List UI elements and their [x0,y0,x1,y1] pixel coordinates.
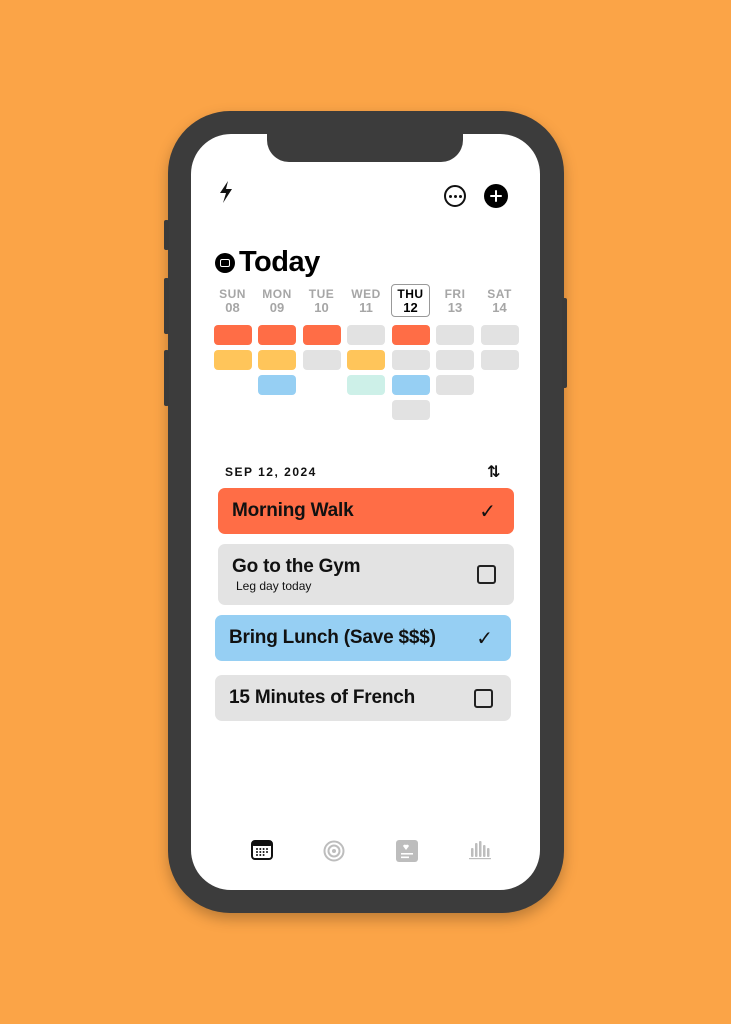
habit-cells [258,325,296,395]
more-icon[interactable] [444,185,466,207]
habit-cell [436,375,474,395]
habit-cell [258,375,296,395]
task-title: Bring Lunch (Save $$$) [229,627,436,648]
habit-cell [213,325,252,345]
calendar-circle-icon [215,252,235,273]
day-header[interactable]: TUE 10 [302,284,341,317]
day-date: 14 [492,299,507,315]
habit-cells [213,325,252,395]
day-date: 09 [269,299,285,315]
task-item[interactable]: 15 Minutes of French [215,675,511,721]
day-name: THU [397,286,424,301]
habit-cells [436,325,474,395]
task-subtitle: Leg day today [236,579,312,593]
task-title: Go to the Gym [232,556,361,577]
habit-cell [258,325,296,345]
habit-cell [391,375,430,395]
habit-cell [302,325,341,345]
habit-cell [347,325,385,345]
task-text: Go to the Gym Leg day today [232,556,360,593]
date-label: SEP 12, 2024 [225,465,317,479]
day-name: FRI [444,286,466,301]
checkbox-empty-icon[interactable] [477,565,496,584]
bar-chart-icon[interactable] [469,840,491,860]
day-name: SUN [219,286,246,301]
day-name: MON [262,286,292,301]
day-date: 12 [403,299,418,315]
sort-icon[interactable]: ⇅ [487,462,500,482]
habit-cell [436,350,474,370]
bolt-icon[interactable] [217,180,235,204]
day-name: WED [351,286,381,301]
habit-cell [436,325,474,345]
day-date: 10 [314,299,329,315]
task-text: Morning Walk [232,500,354,522]
task-title: Morning Walk [232,500,354,521]
checkmark-icon[interactable]: ✓ [476,626,493,651]
day-column-mon[interactable]: MON 09 [258,284,297,420]
habit-cells [391,325,430,420]
habit-cell [391,325,430,345]
task-item[interactable]: Go to the Gym Leg day today [218,544,514,605]
day-column-fri[interactable]: FRI 13 [436,284,475,420]
habit-cell [391,400,430,420]
day-date: 08 [225,299,240,315]
habit-cell [391,350,430,370]
day-date: 13 [447,299,463,315]
silent-switch [164,220,169,250]
app-screen: Today SUN 08 MON 09 TUE 10 WED 11 THU 12 FRI 13 SAT 1… [191,134,540,890]
day-column-sun[interactable]: SUN 08 [213,284,252,420]
power-button [562,298,567,388]
day-column-thu[interactable]: THU 12 [391,284,430,420]
habit-cell [213,350,252,370]
day-header[interactable]: FRI 13 [436,284,475,317]
day-column-wed[interactable]: WED 11 [347,284,386,420]
task-text: Bring Lunch (Save $$$) [229,627,436,649]
day-header[interactable]: MON 09 [258,284,297,317]
volume-up-button [164,278,169,334]
task-item[interactable]: Morning Walk ✓ [218,488,514,534]
habit-cell [347,375,385,395]
day-column-tue[interactable]: TUE 10 [302,284,341,420]
week-strip: SUN 08 MON 09 TUE 10 WED 11 THU 12 FRI 13 SAT 14 [213,284,519,420]
habit-cell [214,375,252,395]
habit-cell [347,350,385,370]
target-icon[interactable] [323,840,345,862]
tab-bar [241,840,501,866]
day-name: TUE [308,286,335,301]
journal-heart-icon[interactable] [396,840,418,862]
day-column-sat[interactable]: SAT 14 [480,284,519,420]
notch [267,134,463,162]
checkbox-empty-icon[interactable] [474,688,493,708]
day-header[interactable]: WED 11 [347,284,386,317]
task-item[interactable]: Bring Lunch (Save $$$) ✓ [215,615,511,661]
habit-cell [480,325,519,345]
calendar-icon[interactable] [251,840,273,860]
habit-cells [347,325,385,395]
day-date: 11 [359,299,373,315]
page-title-row: Today [215,246,320,279]
page-title: Today [239,246,320,278]
habit-cell [258,350,296,370]
habit-cell [302,350,341,370]
habit-cell [480,350,519,370]
day-name: SAT [487,286,512,301]
task-text: 15 Minutes of French [229,687,415,709]
day-header-selected[interactable]: THU 12 [391,284,430,317]
volume-down-button [164,350,169,406]
task-title: 15 Minutes of French [229,687,416,708]
habit-cells [480,325,519,370]
add-icon[interactable] [484,184,508,208]
checkmark-icon[interactable]: ✓ [479,499,496,524]
day-header[interactable]: SUN 08 [213,284,252,317]
day-header[interactable]: SAT 14 [480,284,519,317]
habit-cells [302,325,341,370]
